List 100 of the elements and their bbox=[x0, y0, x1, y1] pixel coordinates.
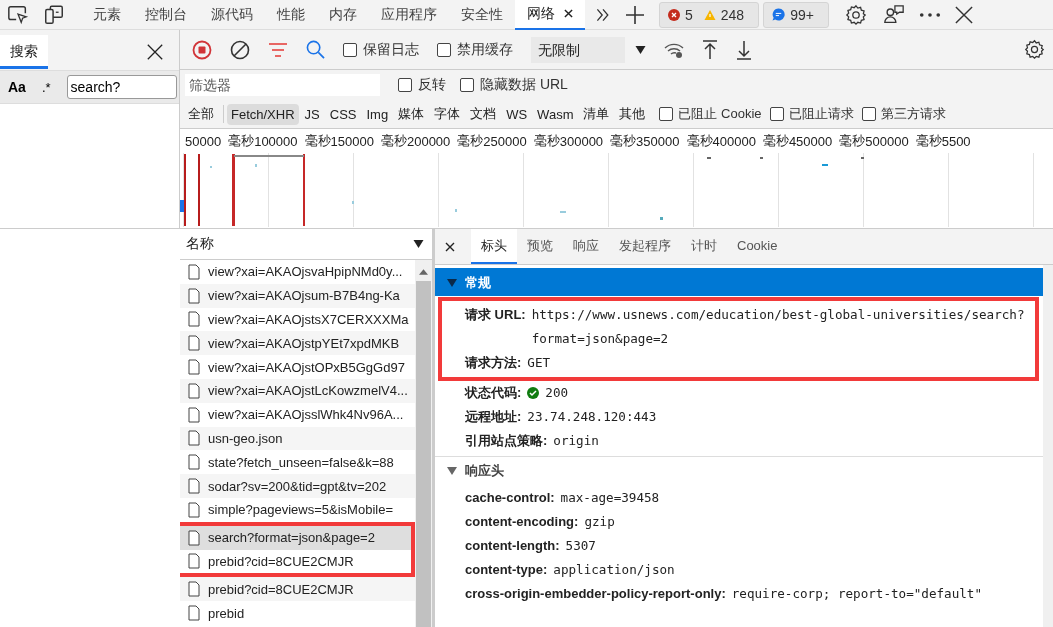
timeline-tick: 150000 bbox=[330, 133, 374, 149]
scrollbar-thumb[interactable] bbox=[416, 281, 431, 627]
request-row[interactable]: sodar?sv=200&tid=gpt&tv=202 bbox=[180, 474, 415, 498]
checkbox[interactable] bbox=[437, 42, 451, 57]
timeline-tick: 450000 bbox=[788, 133, 833, 149]
settings-icon[interactable] bbox=[1024, 39, 1045, 60]
header-value: application/json bbox=[553, 561, 675, 579]
dropdown-arrow-icon[interactable] bbox=[635, 45, 646, 54]
detail-tab[interactable]: 标头 bbox=[471, 229, 517, 264]
search-field[interactable]: search? bbox=[66, 75, 177, 99]
timeline-tick: 350000 bbox=[636, 133, 680, 149]
checkbox[interactable] bbox=[769, 107, 784, 121]
panel-tab[interactable]: 网络 bbox=[515, 0, 585, 30]
clear-icon[interactable] bbox=[230, 39, 250, 60]
checkbox-option[interactable]: 第三方请求 bbox=[861, 105, 946, 123]
error-count: 5 bbox=[685, 6, 693, 23]
filter-field[interactable]: 筛选器 bbox=[185, 74, 380, 96]
checkbox[interactable] bbox=[343, 42, 357, 57]
close-icon[interactable] bbox=[564, 9, 573, 18]
detail-tab[interactable]: 响应 bbox=[563, 229, 609, 264]
panel-tab[interactable]: 控制台 bbox=[133, 0, 199, 30]
request-row[interactable]: usn-geo.json bbox=[180, 426, 415, 451]
type-filter[interactable]: Img bbox=[362, 103, 393, 125]
type-filter[interactable]: 其他 bbox=[615, 102, 650, 126]
issues-counter[interactable]: 5 248 bbox=[659, 1, 760, 28]
checkbox-option[interactable]: 反转 bbox=[398, 76, 446, 94]
checkbox-option[interactable]: 保留日志 bbox=[343, 40, 419, 59]
checkbox[interactable] bbox=[861, 107, 876, 121]
document-icon bbox=[188, 335, 200, 352]
checkbox[interactable] bbox=[659, 107, 674, 121]
inspect-icon[interactable] bbox=[7, 3, 29, 26]
section-header[interactable]: 常规 bbox=[435, 268, 1043, 296]
request-row[interactable]: search?format=json&page=2 bbox=[180, 525, 411, 550]
header-name: content-type: bbox=[465, 561, 548, 579]
filter-icon[interactable] bbox=[268, 42, 288, 57]
type-filter[interactable]: 清单 bbox=[579, 102, 614, 126]
scroll-up-icon[interactable] bbox=[419, 269, 428, 275]
settings-icon[interactable] bbox=[844, 3, 867, 26]
request-name: simple?pageviews=5&isMobile= bbox=[208, 502, 393, 518]
section-title: 响应头 bbox=[465, 461, 504, 480]
feedback-icon[interactable] bbox=[882, 3, 905, 26]
header-name: 状态代码: bbox=[465, 384, 522, 402]
panel-tab[interactable]: 安全性 bbox=[449, 0, 515, 30]
checkbox[interactable] bbox=[460, 78, 474, 92]
type-filter[interactable]: CSS bbox=[325, 103, 361, 125]
checkbox[interactable] bbox=[398, 78, 412, 92]
panel-tab[interactable]: 内存 bbox=[317, 0, 369, 30]
panel-tab[interactable]: 元素 bbox=[81, 0, 133, 30]
request-row[interactable]: prebid?cid=8CUE2CMJR bbox=[180, 577, 415, 602]
close-icon[interactable] bbox=[147, 44, 163, 60]
section-header[interactable]: 响应头 bbox=[435, 456, 1043, 484]
throttling-dropdown[interactable]: 无限制 bbox=[531, 36, 625, 63]
device-icon[interactable] bbox=[43, 3, 65, 26]
close-icon[interactable] bbox=[954, 5, 973, 24]
detail-tab[interactable]: 发起程序 bbox=[609, 229, 681, 264]
header-value: gzip bbox=[584, 513, 615, 531]
type-filter[interactable]: Fetch/XHR bbox=[227, 103, 299, 125]
detail-tab[interactable]: Cookie bbox=[727, 229, 788, 264]
type-filter[interactable]: WS bbox=[502, 103, 532, 125]
search-tab[interactable]: 搜索 bbox=[0, 35, 48, 69]
request-row[interactable]: view?xai=AKAOjstpYEt7xpdMKB bbox=[180, 331, 415, 356]
close-icon[interactable] bbox=[445, 241, 455, 252]
timeline-tick: 毫秒 bbox=[839, 132, 866, 150]
chevrons-icon[interactable] bbox=[595, 6, 611, 23]
record-icon[interactable] bbox=[192, 39, 212, 60]
checkbox-option[interactable]: 已阻止请求 bbox=[769, 105, 854, 123]
sort-arrow-icon[interactable] bbox=[413, 240, 424, 248]
scrollbar[interactable] bbox=[1043, 265, 1053, 627]
panel-tab[interactable]: 源代码 bbox=[199, 0, 265, 30]
request-row[interactable]: view?xai=AKAOjsum-B7B4ng-Ka bbox=[180, 283, 415, 308]
panel-tab[interactable]: 性能 bbox=[265, 0, 317, 30]
type-filter[interactable]: JS bbox=[300, 103, 324, 125]
type-filter[interactable]: 全部 bbox=[184, 102, 218, 126]
checkbox-option[interactable]: 已阻止 Cookie bbox=[659, 105, 762, 123]
header-name: 请求方法: bbox=[465, 354, 522, 372]
type-filter[interactable]: Wasm bbox=[533, 103, 578, 125]
header-value: 5307 bbox=[565, 537, 596, 555]
timeline-tick: 毫秒 bbox=[457, 132, 484, 150]
regex-toggle[interactable]: .* bbox=[35, 79, 57, 95]
plus-icon[interactable] bbox=[625, 4, 645, 25]
upload-icon[interactable] bbox=[702, 39, 718, 60]
request-row[interactable]: view?xai=AKAOjstLcKowzmelV4... bbox=[180, 379, 415, 403]
match-case-toggle[interactable]: Aa bbox=[8, 79, 26, 95]
type-filter[interactable]: 媒体 bbox=[394, 102, 429, 126]
timeline-tick: 50000 bbox=[185, 133, 222, 149]
download-icon[interactable] bbox=[736, 39, 752, 60]
panel-tab[interactable]: 应用程序 bbox=[369, 0, 449, 30]
option-label: 第三方请求 bbox=[880, 105, 946, 123]
timeline-tick: 5500 bbox=[941, 133, 971, 149]
detail-tab[interactable]: 计时 bbox=[681, 229, 727, 264]
type-filter[interactable]: 字体 bbox=[430, 102, 465, 126]
messages-counter[interactable]: 99+ bbox=[763, 1, 829, 28]
checkbox-option[interactable]: 禁用缓存 bbox=[437, 40, 513, 59]
detail-tab[interactable]: 预览 bbox=[517, 229, 563, 264]
type-filter[interactable]: 文档 bbox=[466, 102, 501, 126]
message-count: 99+ bbox=[790, 6, 814, 23]
checkbox-option[interactable]: 隐藏数据 URL bbox=[460, 76, 568, 94]
search-icon[interactable] bbox=[306, 40, 325, 59]
more-icon[interactable] bbox=[918, 11, 941, 18]
scrollbar[interactable] bbox=[415, 260, 432, 627]
